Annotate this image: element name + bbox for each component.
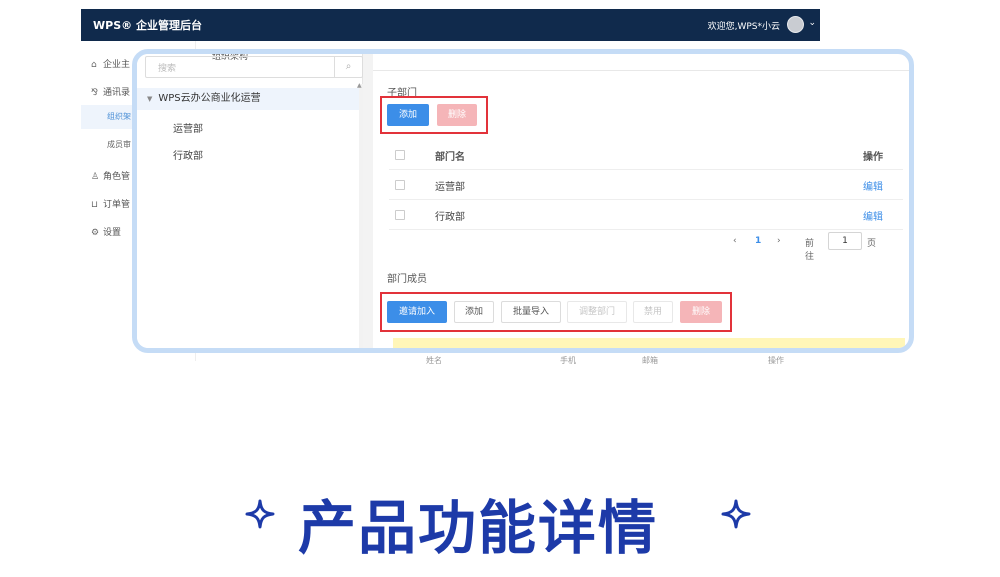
goto-suffix: 页 xyxy=(867,239,877,249)
row-checkbox[interactable] xyxy=(395,210,405,220)
adjust-dept-button[interactable]: 调整部门 xyxy=(567,301,627,323)
divider xyxy=(373,70,909,71)
cart-icon: ⊔ xyxy=(91,200,99,210)
table-row: 运营部 编辑 xyxy=(389,170,903,200)
nav-item-enterprise[interactable]: ⌂ 企业主 xyxy=(91,57,130,70)
notice-banner xyxy=(393,338,905,348)
behind-col-name: 姓名 xyxy=(426,356,442,365)
edit-link[interactable]: 编辑 xyxy=(863,178,883,193)
row-checkbox[interactable] xyxy=(395,180,405,190)
sparkle-icon xyxy=(245,499,275,529)
disable-button[interactable]: 禁用 xyxy=(633,301,673,323)
tree-root-node[interactable]: ▼ WPS云办公商业化运营 xyxy=(137,88,359,110)
tree-search-input[interactable]: 搜索 ⌕ xyxy=(145,56,363,78)
brand-title: WPS® 企业管理后台 xyxy=(93,19,202,32)
caret-down-icon[interactable]: ▼ xyxy=(147,95,152,103)
nav-item-contacts[interactable]: ⅋ 通讯录 xyxy=(91,85,130,98)
next-page-button[interactable]: › xyxy=(777,236,781,246)
col-dept-name: 部门名 xyxy=(435,152,465,163)
search-placeholder: 搜索 xyxy=(158,64,177,74)
dept-name: 行政部 xyxy=(435,212,465,223)
sub-dept-table-header: 部门名 操作 xyxy=(389,140,903,170)
nav-item-roles[interactable]: ♙ 角色管 xyxy=(91,169,130,182)
sparkle-icon xyxy=(721,499,751,529)
department-tree-panel: 组织架构 搜索 ⌕ ▼ WPS云办公商业化运营 运营部 行政部 ▲ xyxy=(137,54,363,348)
delete-sub-dept-button[interactable]: 删除 xyxy=(437,104,477,126)
goto-prefix: 前往 xyxy=(805,239,815,262)
zoom-frame: 组织架构 搜索 ⌕ ▼ WPS云办公商业化运营 运营部 行政部 ▲ 子部门 添加 … xyxy=(132,49,914,353)
welcome-text: 欢迎您,WPS*小云 xyxy=(707,22,780,32)
behind-col-phone: 手机 xyxy=(560,356,576,365)
edit-link[interactable]: 编辑 xyxy=(863,208,883,223)
select-all-checkbox[interactable] xyxy=(395,150,405,160)
goto-page-input[interactable]: 1 xyxy=(828,232,862,250)
contacts-icon: ⅋ xyxy=(91,88,99,98)
search-icon[interactable]: ⌕ xyxy=(334,57,362,77)
scroll-up-icon[interactable]: ▲ xyxy=(357,82,362,89)
top-bar: WPS® 企业管理后台 欢迎您,WPS*小云 ⌄ xyxy=(81,9,820,41)
nav-item-settings[interactable]: ⚙ 设置 xyxy=(91,225,121,238)
panel-gutter xyxy=(363,54,373,348)
behind-col-email: 邮箱 xyxy=(642,356,658,365)
dept-name: 运营部 xyxy=(435,182,465,193)
headline: 产品功能详情 xyxy=(0,476,1000,562)
department-detail: 子部门 添加 删除 部门名 操作 运营部 编辑 行政部 编辑 ‹ 1 › 前往 … xyxy=(373,54,909,348)
user-icon: ♙ xyxy=(91,172,100,182)
prev-page-button[interactable]: ‹ xyxy=(733,236,737,246)
home-icon: ⌂ xyxy=(91,60,97,70)
behind-col-action: 操作 xyxy=(768,356,784,365)
avatar[interactable] xyxy=(787,16,804,33)
delete-member-button[interactable]: 删除 xyxy=(680,301,722,323)
add-sub-dept-button[interactable]: 添加 xyxy=(387,104,429,126)
page-number[interactable]: 1 xyxy=(755,236,761,246)
tree-node-operations[interactable]: 运营部 xyxy=(173,120,203,135)
col-action: 操作 xyxy=(863,152,883,163)
chevron-down-icon[interactable]: ⌄ xyxy=(808,18,816,28)
batch-import-button[interactable]: 批量导入 xyxy=(501,301,561,323)
nav-item-orders[interactable]: ⊔ 订单管 xyxy=(91,197,130,210)
table-row: 行政部 编辑 xyxy=(389,200,903,230)
settings-icon: ⚙ xyxy=(91,228,100,238)
tree-node-admin[interactable]: 行政部 xyxy=(173,147,203,162)
add-member-button[interactable]: 添加 xyxy=(454,301,494,323)
invite-button[interactable]: 邀请加入 xyxy=(387,301,447,323)
headline-title: 产品功能详情 xyxy=(298,494,659,562)
members-title: 部门成员 xyxy=(387,274,427,285)
